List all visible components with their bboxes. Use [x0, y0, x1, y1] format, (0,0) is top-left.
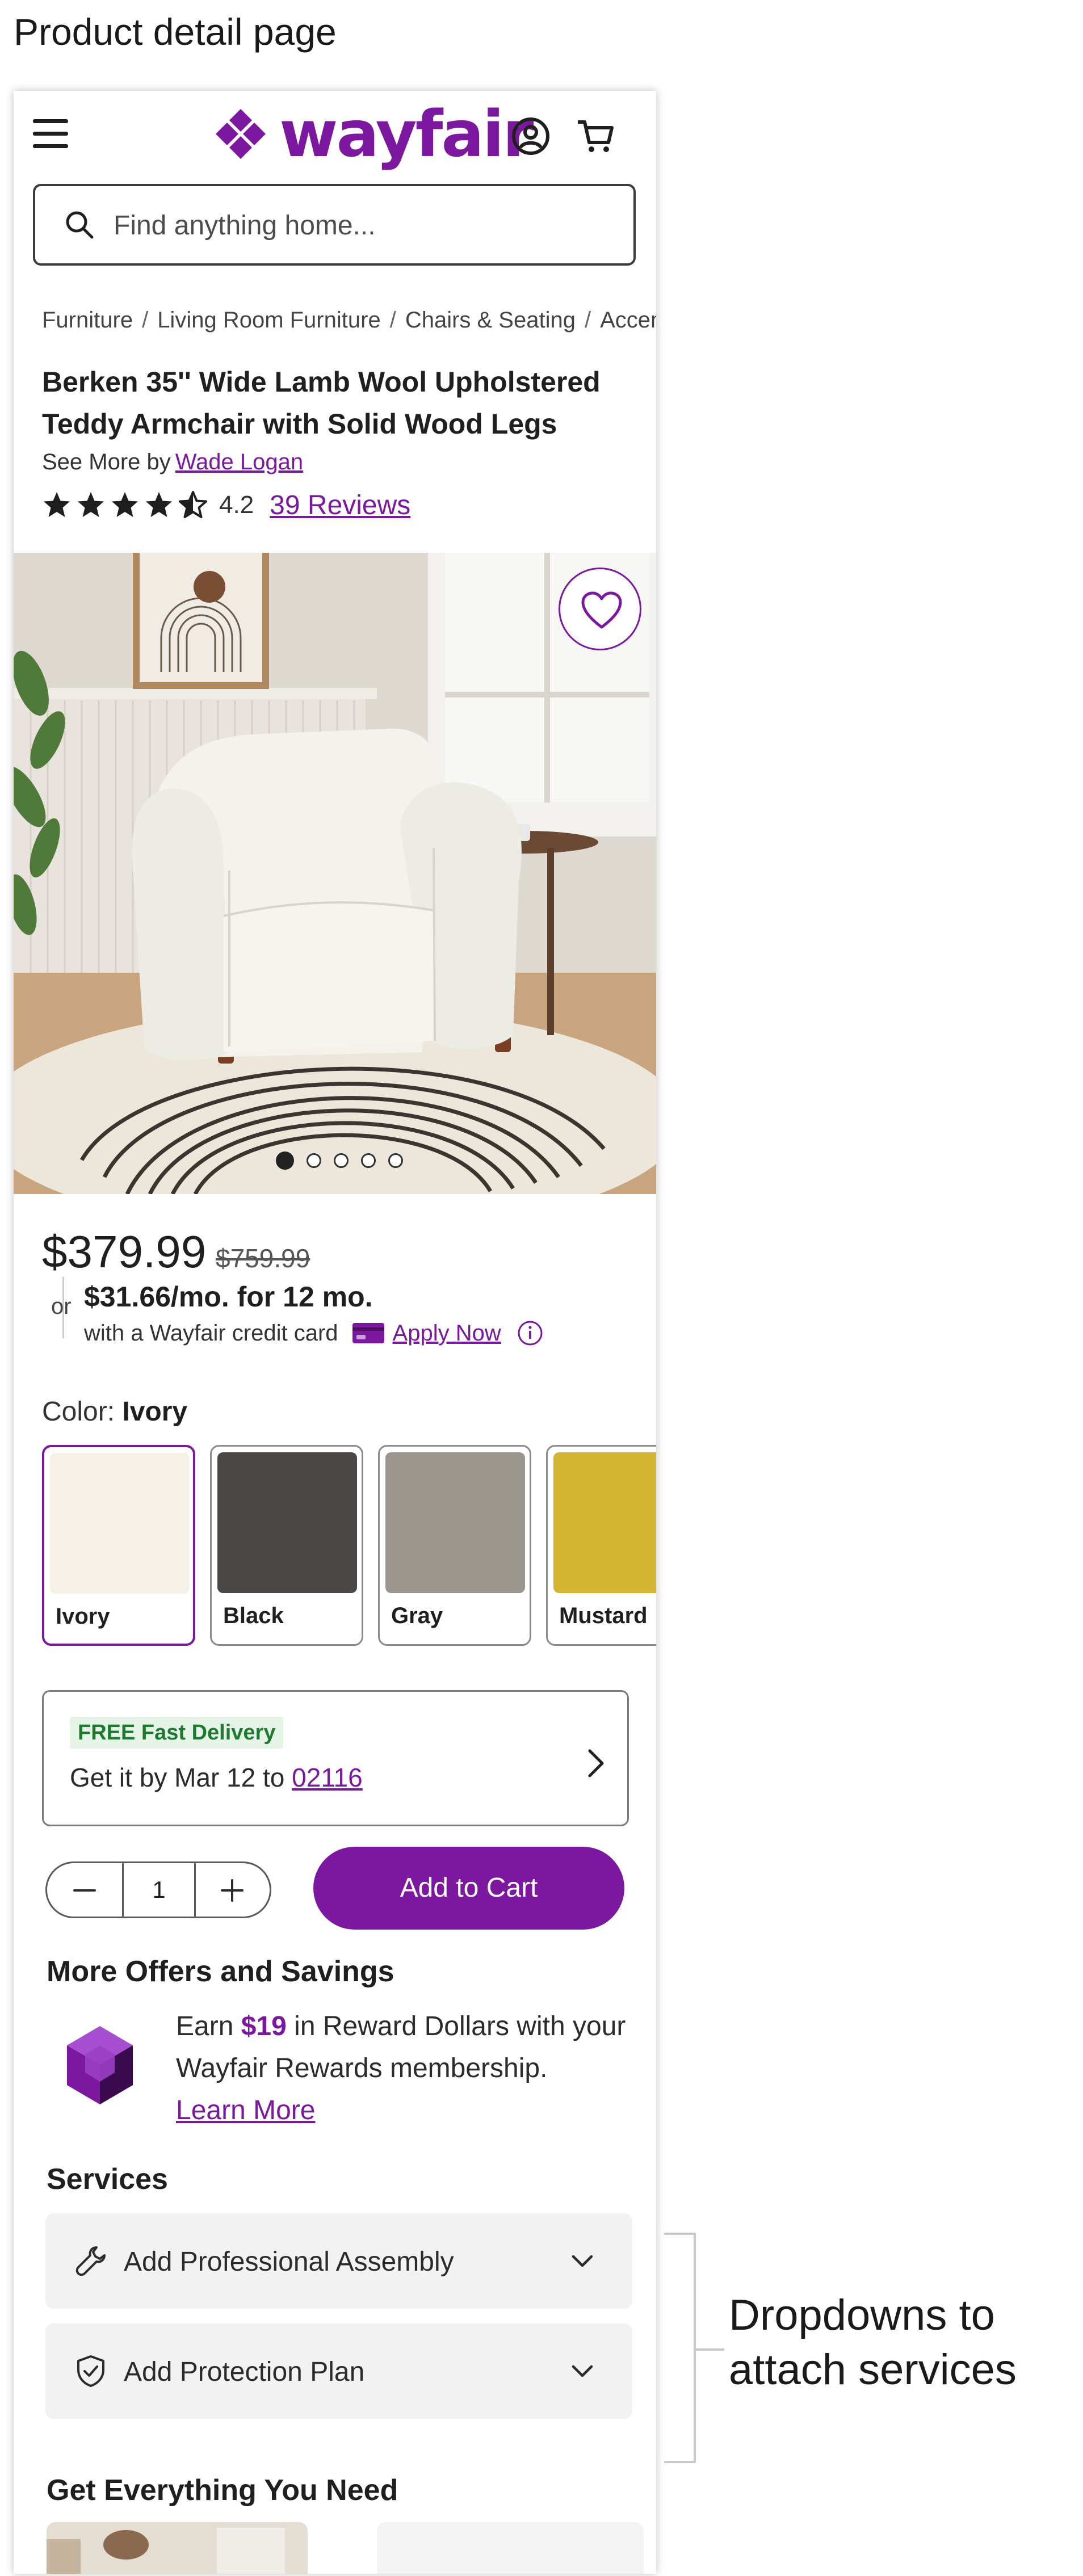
delivery-card[interactable]: FREE Fast Delivery Get it by Mar 12 to 0… [42, 1690, 629, 1826]
annotation-text: Dropdowns to attach services [729, 2291, 1017, 2394]
figure-caption: Product detail page [14, 11, 337, 53]
original-price: $759.99 [216, 1243, 310, 1273]
recommendation-card[interactable] [377, 2522, 644, 2574]
site-header: wayfair [14, 91, 656, 182]
see-more-by: See More by Wade Logan [42, 449, 303, 475]
carousel-dot[interactable] [388, 1153, 403, 1168]
zip-code-link[interactable]: 02116 [292, 1763, 363, 1792]
delivery-estimate: Get it by Mar 12 to 02116 [70, 1762, 363, 1793]
wrench-icon [75, 2246, 106, 2276]
logo-text[interactable]: wayfair [279, 98, 534, 171]
rewards-text: Earn $19 in Reward Dollars with your Way… [176, 2006, 641, 2132]
heart-icon [581, 591, 622, 629]
apply-now-link[interactable]: Apply Now [393, 1321, 501, 1346]
swatch-label: Ivory [56, 1604, 110, 1629]
swatch-label: Gray [391, 1603, 443, 1628]
protection-plan-dropdown[interactable]: Add Protection Plan [45, 2323, 632, 2419]
wishlist-button[interactable] [559, 568, 641, 650]
carousel-dot[interactable] [276, 1152, 294, 1170]
service-label: Add Professional Assembly [124, 2247, 454, 2277]
chevron-right-icon [588, 1749, 604, 1777]
learn-more-link[interactable]: Learn More [176, 2095, 315, 2125]
breadcrumb-accent[interactable]: Accent [600, 308, 656, 333]
product-title: Berken 35'' Wide Lamb Wool Upholstered T… [42, 366, 601, 440]
recommendation-image [47, 2522, 308, 2574]
recommendation-card[interactable] [47, 2522, 308, 2574]
star-full-icon [78, 492, 104, 517]
see-more-label: See More by [42, 449, 171, 474]
breadcrumb: Furniture / Living Room Furniture / Chairs &… [42, 308, 656, 333]
monthly-price: $31.66/mo. for 12 mo. [84, 1281, 373, 1313]
swatch-label: Mustard [559, 1603, 648, 1628]
product-image-carousel[interactable] [14, 553, 656, 1194]
carousel-dot[interactable] [334, 1153, 349, 1168]
swatch-black[interactable]: Black [210, 1445, 363, 1646]
delivery-text: Get it by Mar 12 to [70, 1763, 285, 1792]
annotation-bracket-tick [696, 2348, 724, 2351]
rating-value: 4.2 [219, 491, 254, 519]
or-label: or [51, 1294, 72, 1319]
swatch-ivory[interactable]: Ivory [42, 1445, 195, 1646]
minus-icon [73, 1889, 96, 1892]
sale-price: $379.99 [42, 1226, 207, 1277]
carousel-dot[interactable] [361, 1153, 376, 1168]
info-icon[interactable] [517, 1320, 543, 1346]
star-full-icon [44, 492, 70, 517]
offers-heading: More Offers and Savings [47, 1955, 394, 1988]
breadcrumb-chairs-seating[interactable]: Chairs & Seating [405, 308, 576, 333]
swatch-label: Black [223, 1603, 284, 1628]
increase-quantity-button[interactable] [195, 1863, 270, 1917]
swatch-chip [217, 1452, 357, 1593]
add-to-cart-button[interactable]: Add to Cart [313, 1847, 624, 1930]
earn-label: Earn [176, 2011, 234, 2041]
quantity-value[interactable]: 1 [122, 1863, 196, 1917]
quantity-stepper: 1 [45, 1861, 271, 1918]
services-heading: Services [47, 2163, 168, 2196]
swatch-mustard[interactable]: Mustard [546, 1445, 656, 1646]
carousel-dot[interactable] [307, 1153, 321, 1168]
selected-color: Ivory [122, 1397, 188, 1427]
professional-assembly-dropdown[interactable]: Add Professional Assembly [45, 2213, 632, 2309]
carousel-dots [276, 1152, 415, 1170]
get-everything-heading: Get Everything You Need [47, 2474, 398, 2507]
reward-amount: $19 [241, 2011, 287, 2041]
color-label-prefix: Color: [42, 1397, 115, 1427]
breadcrumb-furniture[interactable]: Furniture [42, 308, 133, 333]
reviews-link[interactable]: 39 Reviews [270, 490, 410, 521]
star-full-icon [146, 492, 172, 517]
search-icon [66, 211, 94, 239]
credit-card-line: with a Wayfair credit card Apply Now [84, 1320, 543, 1346]
hamburger-menu-icon[interactable] [33, 119, 68, 151]
swatch-chip [553, 1452, 656, 1593]
annotation-bracket [664, 2233, 696, 2463]
star-full-icon [112, 492, 138, 517]
cart-icon[interactable] [576, 116, 615, 156]
search-input[interactable] [114, 205, 613, 245]
decrease-quantity-button[interactable] [47, 1863, 122, 1917]
credit-card-icon [352, 1323, 384, 1343]
rewards-gem-icon [67, 2026, 133, 2104]
credit-card-text: with a Wayfair credit card [84, 1320, 338, 1346]
service-label: Add Protection Plan [124, 2357, 365, 2387]
breadcrumb-living-room-furniture[interactable]: Living Room Furniture [157, 308, 381, 333]
brand-link[interactable]: Wade Logan [175, 449, 303, 474]
star-half-icon [179, 491, 207, 518]
phone-screen: wayfair Furniture/Living Room Furniture/… [14, 91, 656, 2574]
chevron-down-icon [572, 2365, 593, 2377]
plus-icon [221, 1879, 244, 1902]
search-bar[interactable] [33, 184, 636, 266]
product-photo [14, 553, 656, 1194]
swatch-chip [385, 1452, 525, 1593]
rating-row[interactable]: 4.2 39 Reviews [42, 488, 410, 522]
swatch-chip [50, 1453, 190, 1594]
color-label: Color: Ivory [42, 1396, 187, 1427]
free-delivery-badge: FREE Fast Delivery [70, 1717, 284, 1749]
swatch-gray[interactable]: Gray [378, 1445, 531, 1646]
chevron-down-icon [572, 2255, 593, 2267]
shield-check-icon [77, 2355, 104, 2387]
account-icon[interactable] [511, 116, 551, 156]
